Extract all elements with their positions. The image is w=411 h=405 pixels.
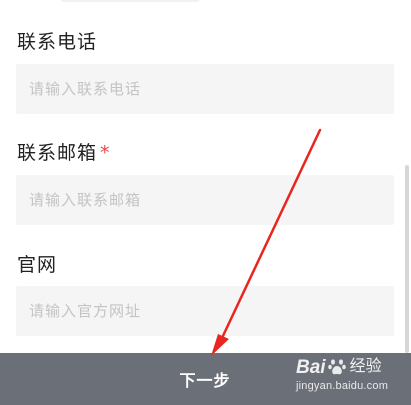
email-input[interactable] (16, 175, 394, 225)
scrollbar[interactable] (405, 165, 409, 353)
required-asterisk: * (100, 142, 111, 164)
watermark-url: jingyan.baidu.com (296, 380, 389, 392)
phone-label: 联系电话 (17, 27, 97, 54)
phone-input[interactable] (16, 64, 394, 114)
website-input[interactable] (16, 286, 394, 336)
cropped-top-text (60, 0, 200, 2)
phone-label-text: 联系电话 (17, 31, 98, 53)
website-label-text: 官网 (17, 254, 58, 276)
watermark-brand-prefix: Bai (296, 356, 326, 378)
email-label: 联系邮箱 * (17, 138, 111, 165)
next-step-button[interactable]: 下一步 (140, 353, 270, 405)
baidu-jingyan-watermark: Bai 经验 jingyan.baidu.com (296, 357, 406, 401)
website-label: 官网 (17, 250, 57, 277)
watermark-brand-suffix: 经验 (349, 358, 382, 375)
email-label-text: 联系邮箱 (17, 142, 98, 164)
baidu-paw-icon (327, 359, 346, 375)
